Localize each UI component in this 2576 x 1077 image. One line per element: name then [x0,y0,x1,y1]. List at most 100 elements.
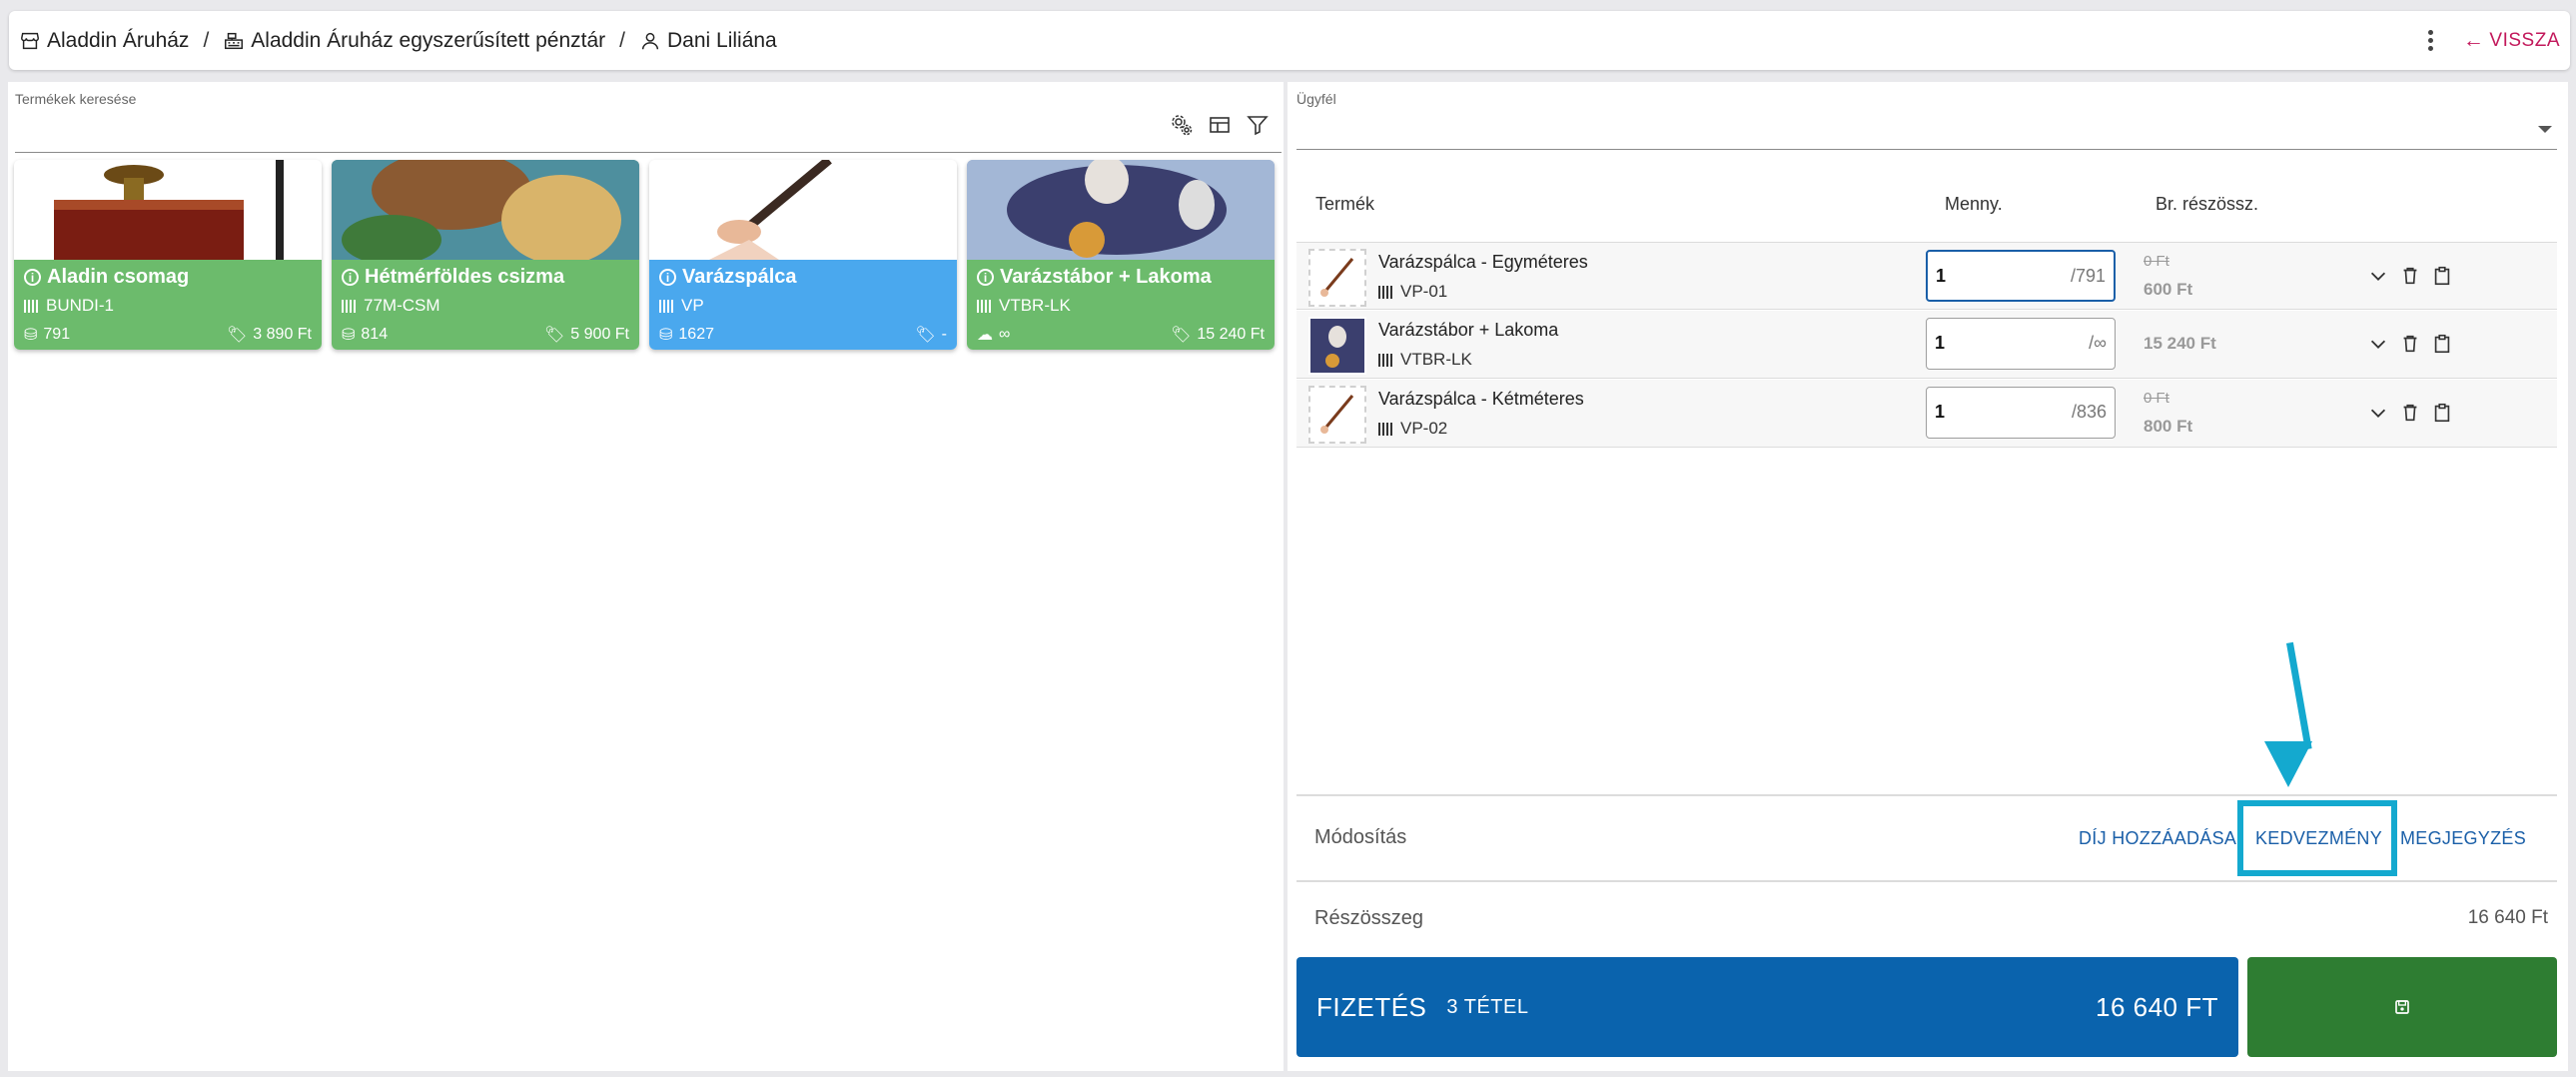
product-name: Varázstábor + Lakoma [1000,266,1212,288]
column-header-product: Termék [1315,194,1375,214]
product-card[interactable]: i Aladin csomag BUNDI-1 ⛁ 791 🏷 3 890 Ft [14,160,322,350]
info-icon[interactable]: i [24,269,41,286]
info-icon[interactable]: i [977,269,994,286]
store-icon [21,32,39,49]
cloud-icon: ☁ [977,327,993,344]
price-tag-icon: 🏷 [226,327,248,344]
trash-icon[interactable] [2399,265,2421,287]
price-tag-icon: 🏷 [543,327,565,344]
chevron-down-icon[interactable] [2367,402,2389,424]
user-icon [641,32,659,49]
product-sku: VTBR-LK [999,296,1071,315]
stock-icon: ⛁ [342,327,356,344]
product-image [14,160,322,260]
quantity-input[interactable]: 1 /791 [1926,250,2116,302]
annotation-highlight-box [2237,800,2397,876]
quantity-input[interactable]: 1 /836 [1926,387,2116,439]
product-sku: 77M-CSM [364,296,440,315]
note-button[interactable]: MEGJEGYZÉS [2400,828,2526,849]
annotation-arrow-head [2264,741,2312,787]
trash-icon[interactable] [2399,402,2421,424]
quantity-value: 1 [1935,402,1946,422]
line-product-name: Varázspálca - Egyméteres [1378,252,1588,272]
barcode-icon [342,299,358,313]
breadcrumb-store-label: Aladdin Áruház [47,28,190,52]
cash-register-icon [225,32,244,49]
line-original-price: 0 Ft [2144,390,2169,407]
info-icon[interactable]: i [659,269,676,286]
product-card[interactable]: i Varázstábor + Lakoma VTBR-LK ☁ ∞ 🏷 15 240… [967,160,1275,350]
table-view-icon[interactable] [1208,113,1232,137]
quantity-max: /∞ [2089,333,2107,353]
client-select[interactable] [1296,149,2557,150]
quantity-max: /791 [2070,266,2106,286]
product-stock: 1627 [678,326,714,343]
barcode-icon [1378,353,1394,367]
trash-icon[interactable] [2399,333,2421,355]
client-label: Ügyfél [1296,91,1336,107]
line-thumbnail [1308,249,1366,307]
filter-icon[interactable] [1246,113,1270,137]
more-menu-icon[interactable] [2419,26,2443,56]
product-stock: ∞ [999,326,1011,343]
pay-amount: 16 640 FT [2095,991,2218,1022]
product-sku: BUNDI-1 [46,296,115,315]
product-stock: 814 [361,326,389,343]
annotation-arrow [2286,641,2312,750]
barcode-icon [24,299,40,313]
line-sku: VP-02 [1400,419,1448,438]
breadcrumb-user[interactable]: Dani Liliána [639,29,777,53]
product-price: 5 900 Ft [570,326,629,343]
settings-icon[interactable] [1170,113,1194,137]
price-tag-icon: 🏷 [915,327,936,344]
line-sku: VTBR-LK [1400,350,1472,369]
breadcrumb-register[interactable]: Aladdin Áruház egyszerűsített pénztár [223,29,605,53]
back-label: VISSZA [2489,29,2560,51]
price-tag-icon: 🏷 [1171,327,1192,344]
column-header-subtotal: Br. részössz. [2155,194,2259,214]
product-name: Hétmérföldes csizma [365,266,565,288]
cart-line[interactable]: Varázspálca - Kétméteres VP-02 1 /836 0 … [1296,380,2557,448]
line-thumbnail [1308,317,1366,375]
clipboard-icon[interactable] [2431,265,2453,287]
breadcrumb-store[interactable]: Aladdin Áruház [19,29,189,53]
quantity-input[interactable]: 1 /∞ [1926,318,2116,370]
product-card[interactable]: i Hétmérföldes csizma 77M-CSM ⛁ 814 🏷 5 900… [332,160,639,350]
clipboard-icon[interactable] [2431,333,2453,355]
cart-line[interactable]: Varázspálca - Egyméteres VP-01 1 /791 0 … [1296,242,2557,310]
divider [1296,794,2557,796]
chevron-down-icon[interactable] [2367,333,2389,355]
save-button[interactable] [2247,957,2557,1057]
line-price: 800 Ft [2144,417,2193,436]
stock-icon: ⛁ [659,327,673,344]
item-count: 3 TÉTEL [1446,995,1529,1018]
product-image [332,160,639,260]
product-image [967,160,1275,260]
modify-label: Módosítás [1314,826,1407,848]
line-thumbnail [1308,386,1366,444]
dropdown-caret-icon[interactable] [2538,126,2552,133]
back-button[interactable]: ← VISSZA [2463,29,2560,53]
product-price: 15 240 Ft [1197,326,1265,343]
product-stock: 791 [43,326,71,343]
add-fee-button[interactable]: DÍJ HOZZÁADÁSA [2079,828,2236,849]
breadcrumb-register-label: Aladdin Áruház egyszerűsített pénztár [251,28,606,52]
product-image [649,160,957,260]
product-name: Varázspálca [682,266,797,288]
info-icon[interactable]: i [342,269,359,286]
breadcrumb-separator: / [203,28,210,52]
chevron-down-icon[interactable] [2367,265,2389,287]
breadcrumb-separator: / [619,28,625,52]
breadcrumb-user-label: Dani Liliána [667,28,777,52]
barcode-icon [1378,285,1394,299]
cart-panel: Ügyfél Termék Menny. Br. részössz. Varáz… [1288,82,2568,1071]
arrow-left-icon: ← [2462,28,2485,52]
pay-button[interactable]: FIZETÉS 3 TÉTEL 16 640 FT [1296,957,2238,1057]
quantity-value: 1 [1936,266,1947,286]
cart-line[interactable]: Varázstábor + Lakoma VTBR-LK 1 /∞ 15 240… [1296,311,2557,379]
quantity-value: 1 [1935,333,1946,353]
search-input[interactable] [15,152,1282,153]
product-card[interactable]: i Varázspálca VP ⛁ 1627 🏷 - [649,160,957,350]
clipboard-icon[interactable] [2431,402,2453,424]
line-product-name: Varázstábor + Lakoma [1378,320,1559,340]
